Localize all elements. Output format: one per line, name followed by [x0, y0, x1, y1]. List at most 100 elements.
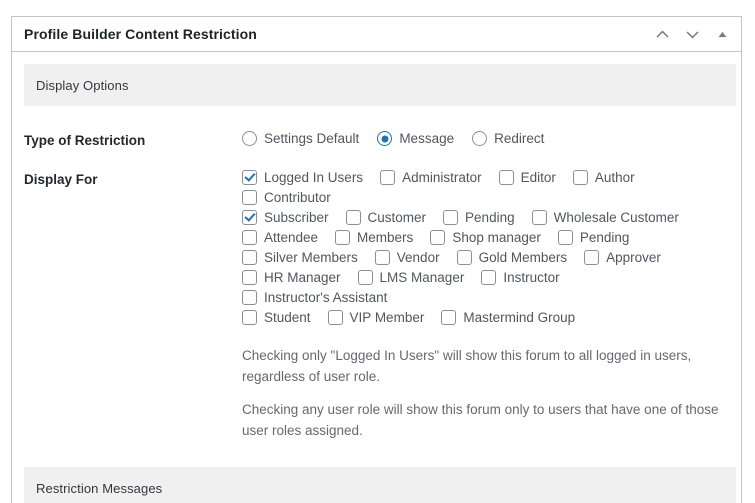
checkbox-wholesale-customer[interactable]: Wholesale Customer — [531, 209, 679, 225]
checkbox-vendor[interactable]: Vendor — [374, 249, 440, 265]
checkbox-mark-shop-manager[interactable] — [430, 230, 446, 245]
checkbox-instructors-assistant[interactable]: Instructor's Assistant — [242, 290, 387, 305]
checkbox-label-customer: Customer — [367, 209, 427, 225]
checkbox-instructor[interactable]: Instructor — [481, 270, 560, 285]
checkbox-label-vip-member: VIP Member — [349, 309, 425, 325]
checkbox-label-pending: Pending — [465, 209, 515, 225]
checkbox-customer[interactable]: Customer — [345, 209, 427, 225]
field-control-type-of-restriction: Settings Default Message Redirect — [242, 131, 729, 146]
checkbox-mark-lms-manager[interactable] — [357, 270, 373, 285]
checkbox-label-instructors-assistant: Instructor's Assistant — [264, 289, 388, 305]
checkbox-label-members: Members — [357, 229, 414, 245]
checkbox-mark-instructors-assistant[interactable] — [242, 290, 257, 305]
checkbox-shop-manager[interactable]: Shop manager — [430, 230, 541, 245]
radio-mark-redirect[interactable] — [472, 131, 488, 146]
checkbox-label-hr-manager: HR Manager — [264, 269, 341, 285]
checkbox-mark-administrator[interactable] — [380, 170, 396, 185]
checkbox-attendee[interactable]: Attendee — [242, 230, 318, 245]
checkbox-mark-author[interactable] — [572, 170, 588, 185]
checkbox-lms-manager[interactable]: LMS Manager — [357, 269, 465, 285]
checkbox-mark-vip-member[interactable] — [327, 310, 343, 325]
help-paragraph-user-roles: Checking any user role will show this fo… — [242, 402, 719, 438]
checkbox-subscriber[interactable]: Subscriber — [242, 210, 329, 225]
help-paragraph-logged-in-users: Checking only "Logged In Users" will sho… — [242, 348, 692, 384]
checkbox-gold-members[interactable]: Gold Members — [456, 250, 567, 265]
checkbox-author[interactable]: Author — [572, 169, 635, 185]
checkbox-hr-manager[interactable]: HR Manager — [242, 270, 341, 285]
radio-group-restriction-type: Settings Default Message Redirect — [242, 131, 729, 146]
checkbox-silver-members[interactable]: Silver Members — [242, 250, 358, 265]
checkbox-label-administrator: Administrator — [402, 169, 482, 185]
checkbox-mark-logged-in-users[interactable] — [242, 170, 257, 185]
checkbox-label-lms-manager: LMS Manager — [379, 269, 465, 285]
field-label-type-of-restriction: Type of Restriction — [24, 133, 146, 148]
checkbox-pending[interactable]: Pending — [443, 210, 515, 225]
checkbox-mark-customer[interactable] — [345, 210, 361, 225]
section-header-display-options: Display Options — [24, 64, 736, 106]
checkbox-label-subscriber: Subscriber — [264, 209, 329, 225]
metabox-header-actions — [647, 17, 737, 51]
checkbox-logged-in-users[interactable]: Logged In Users — [242, 170, 363, 185]
checkbox-label-contributor: Contributor — [264, 189, 331, 205]
checkbox-mark-members[interactable] — [335, 230, 351, 245]
section-title-restriction-messages: Restriction Messages — [36, 480, 163, 496]
metabox-body: Display Options Type of Restriction Sett… — [12, 64, 741, 503]
checkbox-label-wholesale-customer: Wholesale Customer — [553, 209, 679, 225]
checkbox-pending-2[interactable]: Pending — [557, 229, 630, 245]
field-control-display-for: Logged In Users Administrator Editor Aut… — [242, 170, 729, 441]
checkbox-mark-contributor[interactable] — [242, 190, 257, 205]
checkbox-mark-silver-members[interactable] — [242, 250, 257, 265]
field-label-display-for: Display For — [24, 172, 98, 187]
checkbox-mark-pending[interactable] — [443, 210, 459, 225]
checkbox-label-vendor: Vendor — [396, 249, 440, 265]
radio-mark-settings-default[interactable] — [242, 131, 257, 146]
radio-label-redirect: Redirect — [494, 130, 545, 146]
checkbox-label-silver-members: Silver Members — [264, 249, 358, 265]
checkbox-editor[interactable]: Editor — [498, 169, 556, 185]
checkbox-group-user-roles: Logged In Users Administrator Editor Aut… — [242, 170, 729, 330]
metabox-header: Profile Builder Content Restriction — [12, 17, 741, 52]
checkbox-mastermind-group[interactable]: Mastermind Group — [441, 310, 575, 325]
checkbox-administrator[interactable]: Administrator — [380, 170, 482, 185]
section-title-display-options: Display Options — [36, 77, 129, 93]
page-title: Profile Builder Content Restriction — [24, 26, 257, 42]
checkbox-mark-vendor[interactable] — [374, 250, 390, 265]
checkbox-student[interactable]: Student — [242, 310, 311, 325]
triangle-up-icon[interactable] — [707, 19, 737, 49]
checkbox-label-pending-2: Pending — [579, 229, 630, 245]
checkbox-members[interactable]: Members — [335, 230, 413, 245]
display-for-help-text: Checking only "Logged In Users" will sho… — [242, 346, 729, 441]
section-header-restriction-messages: Restriction Messages — [24, 467, 736, 503]
checkbox-label-mastermind-group: Mastermind Group — [463, 309, 576, 325]
checkbox-mark-mastermind-group[interactable] — [441, 310, 457, 325]
checkbox-mark-hr-manager[interactable] — [242, 270, 257, 285]
field-row-display-for: Display For Logged In Users Administrato… — [12, 148, 741, 441]
checkbox-mark-wholesale-customer[interactable] — [531, 210, 547, 225]
radio-label-settings-default: Settings Default — [264, 130, 360, 146]
chevron-down-icon[interactable] — [677, 19, 707, 49]
chevron-up-icon[interactable] — [647, 19, 677, 49]
checkbox-mark-instructor[interactable] — [481, 270, 497, 285]
checkbox-contributor[interactable]: Contributor — [242, 190, 331, 205]
radio-label-message: Message — [399, 130, 455, 146]
checkbox-mark-subscriber[interactable] — [242, 210, 257, 225]
checkbox-label-approver: Approver — [606, 249, 661, 265]
checkbox-label-shop-manager: Shop manager — [452, 229, 541, 245]
radio-mark-message[interactable] — [377, 131, 393, 146]
checkbox-vip-member[interactable]: VIP Member — [327, 309, 425, 325]
checkbox-label-editor: Editor — [520, 169, 556, 185]
checkbox-label-author: Author — [594, 169, 635, 185]
checkbox-mark-approver[interactable] — [584, 250, 600, 265]
radio-message[interactable]: Message — [377, 131, 454, 146]
checkbox-mark-attendee[interactable] — [242, 230, 257, 245]
radio-settings-default[interactable]: Settings Default — [242, 131, 359, 146]
field-row-type-of-restriction: Type of Restriction Settings Default Mes… — [12, 106, 741, 148]
checkbox-approver[interactable]: Approver — [584, 250, 661, 265]
checkbox-mark-student[interactable] — [242, 310, 257, 325]
content-restriction-metabox: Profile Builder Content Restriction Disp… — [11, 16, 742, 503]
checkbox-mark-gold-members[interactable] — [456, 250, 472, 265]
checkbox-mark-pending-2[interactable] — [557, 230, 573, 245]
radio-redirect[interactable]: Redirect — [472, 131, 544, 146]
checkbox-mark-editor[interactable] — [498, 170, 514, 185]
checkbox-label-student: Student — [264, 309, 311, 325]
